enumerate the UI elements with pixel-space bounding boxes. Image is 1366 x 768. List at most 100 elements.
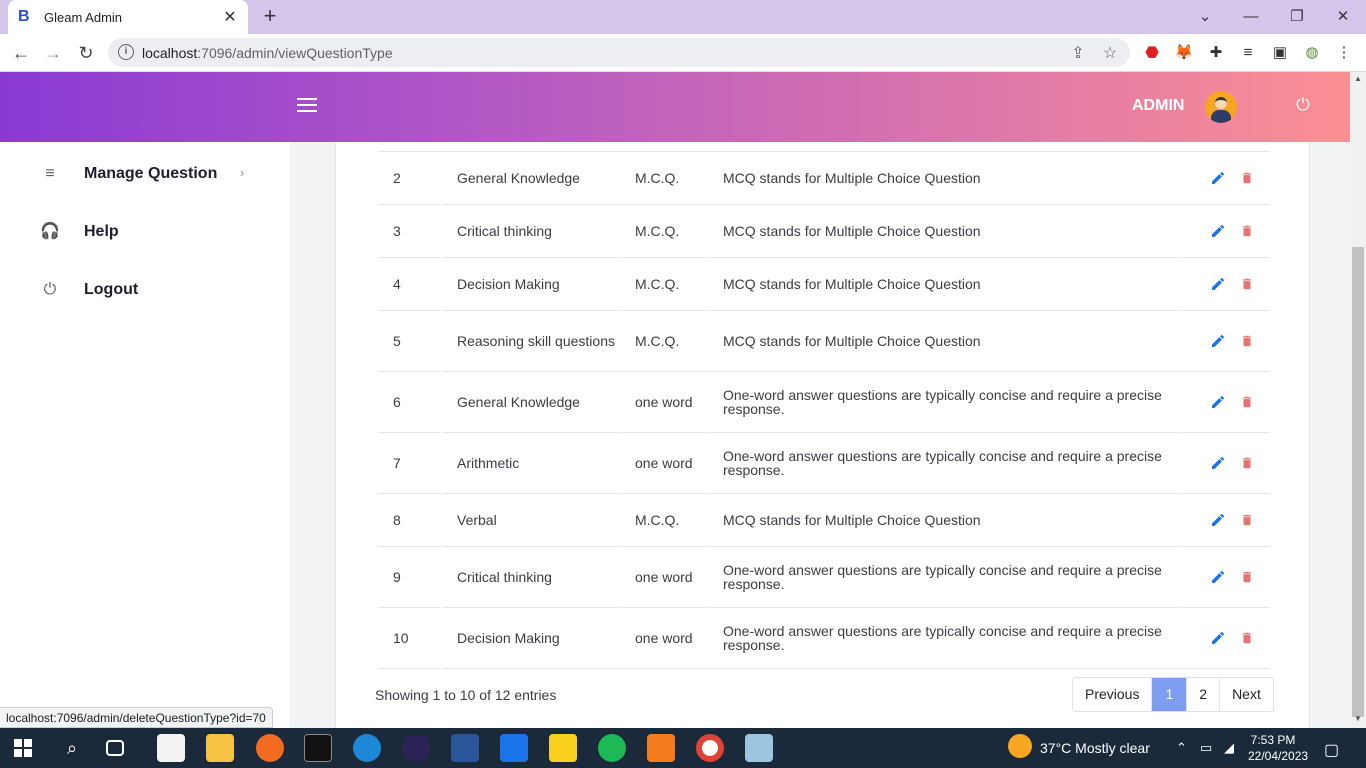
clock[interactable]: 7:53 PM 22/04/2023 xyxy=(1248,732,1309,764)
microsoft-store-icon[interactable] xyxy=(157,734,185,762)
scroll-thumb[interactable] xyxy=(1352,247,1364,717)
profile-avatar-icon[interactable]: ◍ xyxy=(1302,43,1322,63)
cell-actions xyxy=(1180,311,1270,372)
task-view-icon[interactable] xyxy=(106,740,124,756)
battery-icon[interactable]: ▭ xyxy=(1200,740,1212,756)
cell-type: one word xyxy=(620,547,706,608)
sidebar-item-logout[interactable]: ⏻ Logout xyxy=(0,270,290,310)
chrome-icon[interactable] xyxy=(696,734,724,762)
cell-id: 3 xyxy=(378,205,440,258)
clock-time: 7:53 PM xyxy=(1250,733,1296,747)
edit-icon[interactable] xyxy=(1210,512,1226,528)
edge-browser-icon[interactable] xyxy=(353,734,381,762)
delete-icon[interactable] xyxy=(1240,630,1254,646)
restore-button[interactable]: ❐ xyxy=(1274,4,1320,30)
media-queue-icon[interactable]: ≡ xyxy=(1238,43,1258,63)
table-row: 2 General Knowledge M.C.Q. MCQ stands fo… xyxy=(378,152,1270,205)
notifications-icon[interactable]: ▢ xyxy=(1324,740,1339,760)
site-info-icon[interactable]: i xyxy=(118,44,134,60)
pagination-page-1[interactable]: 1 xyxy=(1152,678,1188,711)
delete-icon[interactable] xyxy=(1240,455,1254,471)
pdf-app-icon[interactable] xyxy=(647,734,675,762)
file-explorer-icon[interactable] xyxy=(206,734,234,762)
terminal-icon[interactable] xyxy=(304,734,332,762)
sidebar-item-help[interactable]: 🎧 Help xyxy=(0,212,290,252)
app-orange-icon[interactable] xyxy=(256,734,284,762)
app-window-icon[interactable] xyxy=(745,734,773,762)
cell-name: Decision Making xyxy=(442,258,618,311)
new-tab-button[interactable]: + xyxy=(258,5,282,29)
forward-icon[interactable]: → xyxy=(40,40,66,66)
edit-icon[interactable] xyxy=(1210,223,1226,239)
close-window-button[interactable]: ✕ xyxy=(1320,4,1366,30)
extensions-puzzle-icon[interactable]: ✚ xyxy=(1206,43,1226,63)
browser-menu-icon[interactable]: ⋮ xyxy=(1334,43,1354,63)
power-icon[interactable]: ⏻ xyxy=(1292,94,1314,116)
pagination-page-2[interactable]: 2 xyxy=(1187,678,1221,711)
edit-icon[interactable] xyxy=(1210,569,1226,585)
menu-toggle-icon[interactable] xyxy=(297,98,317,114)
windows-start-icon[interactable] xyxy=(14,739,32,757)
minimize-button[interactable]: — xyxy=(1228,4,1274,30)
edit-icon[interactable] xyxy=(1210,333,1226,349)
word-icon[interactable] xyxy=(451,734,479,762)
search-icon[interactable]: ⌕ xyxy=(58,734,86,762)
admin-avatar[interactable] xyxy=(1205,91,1237,123)
pagination-next[interactable]: Next xyxy=(1220,678,1273,711)
delete-icon[interactable] xyxy=(1240,333,1254,349)
sticky-notes-icon[interactable] xyxy=(549,734,577,762)
url-host: localhost xyxy=(142,45,198,61)
weather-icon[interactable] xyxy=(1008,734,1032,758)
scroll-up-icon[interactable]: ▲ xyxy=(1350,74,1366,83)
sidebar-item-label: Logout xyxy=(84,281,139,298)
table-row: 4 Decision Making M.C.Q. MCQ stands for … xyxy=(378,258,1270,311)
cell-type: M.C.Q. xyxy=(620,494,706,547)
page-scrollbar[interactable]: ▲ ▼ xyxy=(1350,72,1366,728)
side-panel-icon[interactable]: ▣ xyxy=(1270,43,1290,63)
delete-icon[interactable] xyxy=(1240,223,1254,239)
cell-name: Decision Making xyxy=(442,608,618,669)
metamask-extension-icon[interactable]: 🦊 xyxy=(1174,43,1194,63)
adblock-extension-icon[interactable]: ⬣ xyxy=(1142,43,1162,63)
close-tab-icon[interactable]: ✕ xyxy=(222,7,238,27)
share-icon[interactable]: ⇪ xyxy=(1068,43,1088,63)
browser-tab[interactable]: B Gleam Admin ✕ xyxy=(8,0,248,34)
eclipse-icon[interactable] xyxy=(402,734,430,762)
back-icon[interactable]: ← xyxy=(8,40,34,66)
cell-id: 4 xyxy=(378,258,440,311)
cell-description: MCQ stands for Multiple Choice Question xyxy=(708,152,1178,205)
cell-actions xyxy=(1180,372,1270,433)
edit-icon[interactable] xyxy=(1210,170,1226,186)
calendar-icon[interactable] xyxy=(500,734,528,762)
tab-search-icon[interactable]: ⌄ xyxy=(1182,4,1228,30)
cell-actions xyxy=(1180,152,1270,205)
delete-icon[interactable] xyxy=(1240,512,1254,528)
delete-icon[interactable] xyxy=(1240,394,1254,410)
sidebar-item-manage-question[interactable]: ≡ Manage Question › xyxy=(0,154,290,194)
address-bar[interactable]: i localhost:7096/admin/viewQuestionType … xyxy=(108,38,1130,67)
clock-date: 22/04/2023 xyxy=(1248,749,1309,763)
cell-type: M.C.Q. xyxy=(620,311,706,372)
pagination-previous[interactable]: Previous xyxy=(1073,678,1153,711)
sidebar-item-label: Help xyxy=(84,223,119,240)
delete-icon[interactable] xyxy=(1240,170,1254,186)
table-row: 5 Reasoning skill questions M.C.Q. MCQ s… xyxy=(378,311,1270,372)
wifi-icon[interactable]: ◢ xyxy=(1224,740,1234,756)
url-text[interactable]: localhost:7096/admin/viewQuestionType xyxy=(142,45,393,61)
edit-icon[interactable] xyxy=(1210,455,1226,471)
sidebar-item-label: Manage Question xyxy=(84,165,218,182)
edit-icon[interactable] xyxy=(1210,630,1226,646)
weather-text[interactable]: 37°C Mostly clear xyxy=(1040,740,1150,756)
edit-icon[interactable] xyxy=(1210,276,1226,292)
spotify-icon[interactable] xyxy=(598,734,626,762)
taskbar: ⌕ 37°C Mostly clear ⌃ ▭ ◢ 7:53 PM 22/04/… xyxy=(0,728,1366,768)
scroll-down-icon[interactable]: ▼ xyxy=(1350,714,1366,723)
delete-icon[interactable] xyxy=(1240,276,1254,292)
show-hidden-icons[interactable]: ⌃ xyxy=(1176,740,1187,756)
delete-icon[interactable] xyxy=(1240,569,1254,585)
bookmark-star-icon[interactable]: ☆ xyxy=(1100,43,1120,63)
table-row: 8 Verbal M.C.Q. MCQ stands for Multiple … xyxy=(378,494,1270,547)
cell-description: MCQ stands for Multiple Choice Question xyxy=(708,258,1178,311)
edit-icon[interactable] xyxy=(1210,394,1226,410)
reload-icon[interactable]: ↻ xyxy=(73,40,99,66)
